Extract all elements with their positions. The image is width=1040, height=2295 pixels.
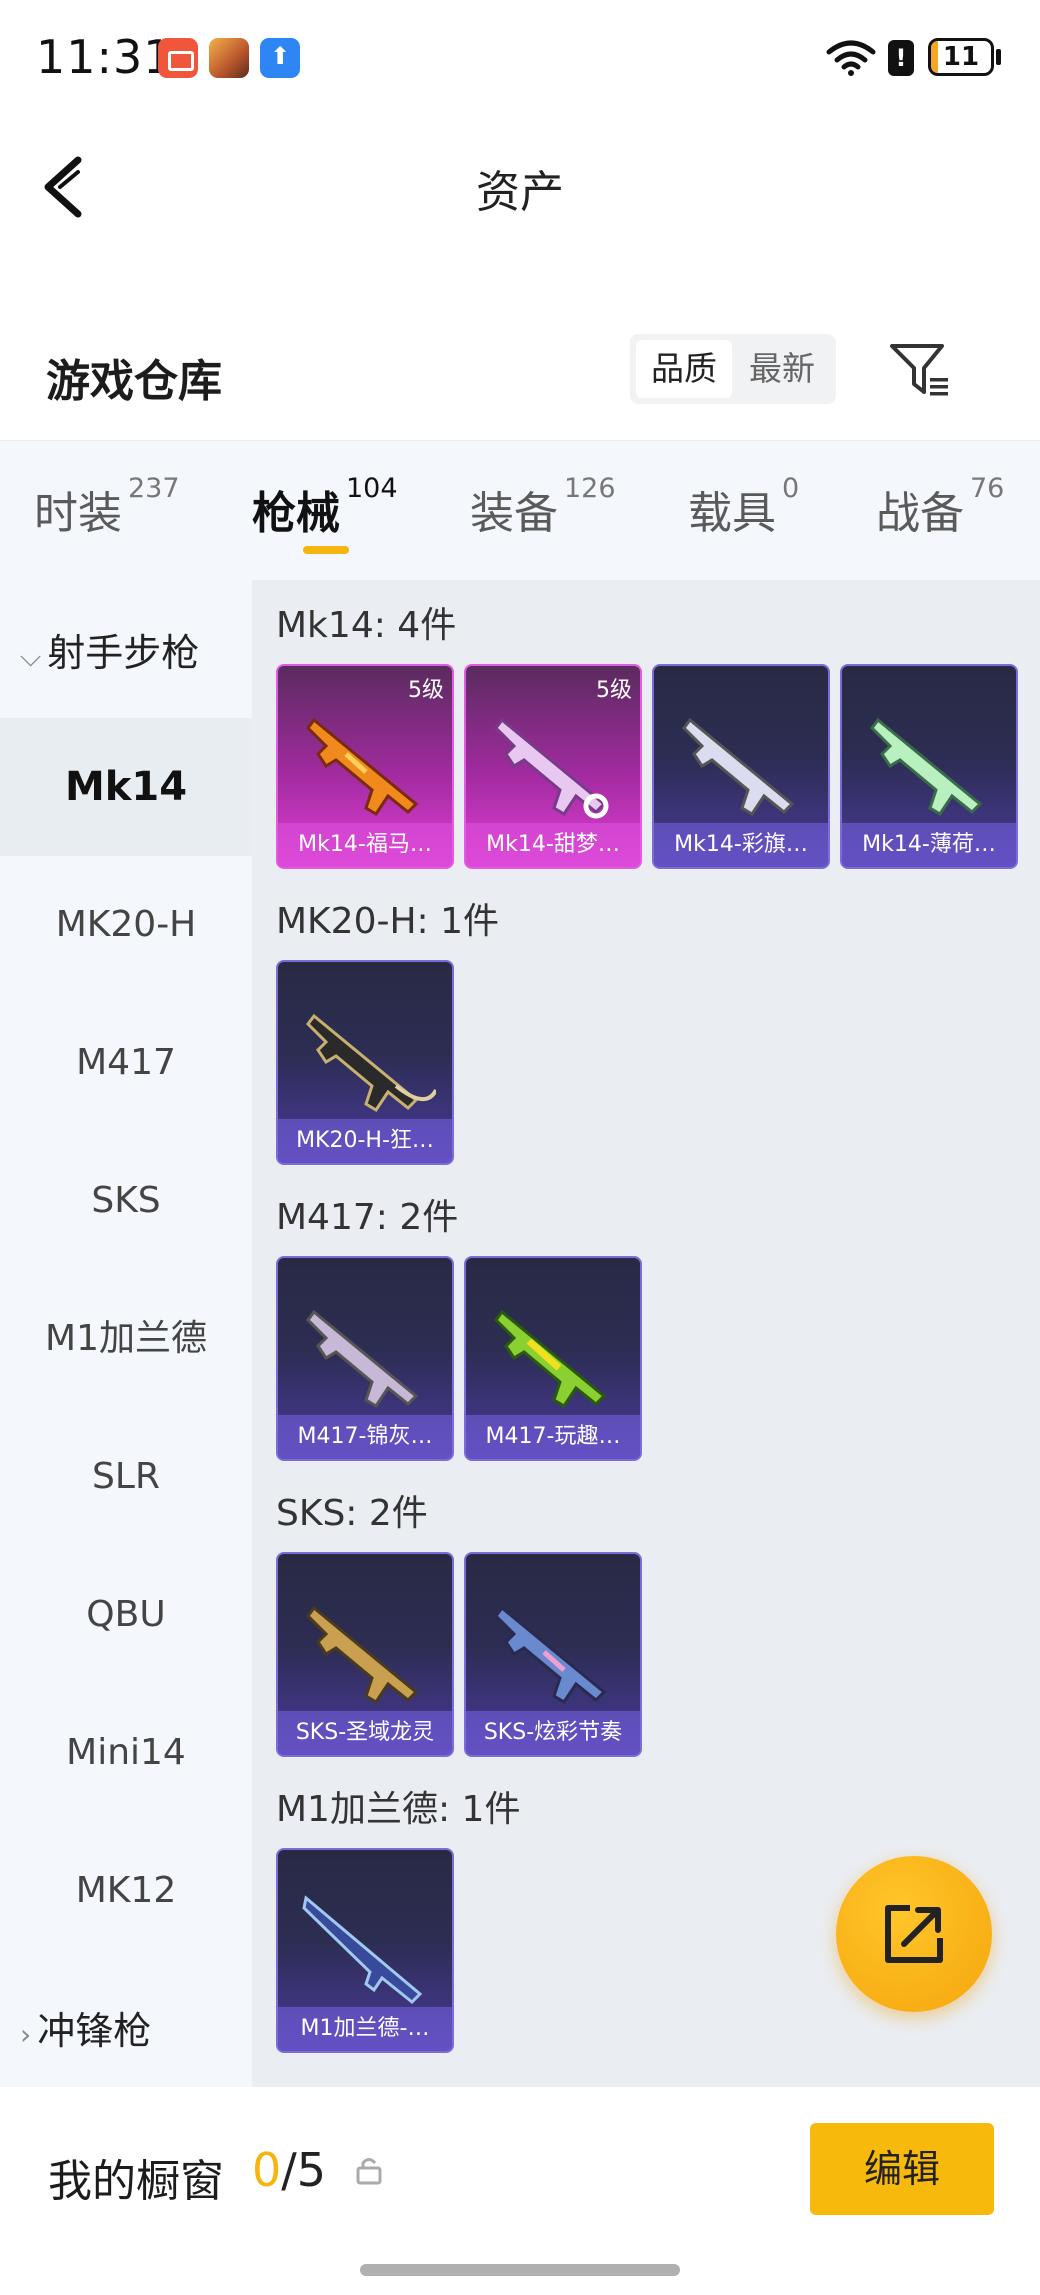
sidebar-group-label: 射手步枪 xyxy=(47,631,200,675)
showcase-current: 0 xyxy=(252,2143,282,2197)
sidebar-item-mini14[interactable]: Mini14 xyxy=(0,1684,252,1822)
item-name: SKS-炫彩节奏 xyxy=(466,1711,640,1755)
item-name: MK20-H-狂… xyxy=(278,1119,452,1163)
share-icon xyxy=(885,1905,943,1963)
tab-label: 战备 xyxy=(876,488,964,539)
bottom-bar: 我的橱窗 0/5 编辑 xyxy=(0,2087,1040,2295)
sort-latest-button[interactable]: 最新 xyxy=(734,340,830,398)
sidebar-item-mk12[interactable]: MK12 xyxy=(0,1822,252,1960)
item-card[interactable]: 5级 Mk14-甜梦… xyxy=(464,664,642,869)
sidebar-item-m417[interactable]: M417 xyxy=(0,994,252,1132)
sort-quality-button[interactable]: 品质 xyxy=(636,340,732,398)
tab-vehicles[interactable]: 载具 0 xyxy=(688,473,799,541)
item-card[interactable]: 5级 Mk14-福马… xyxy=(276,664,454,869)
battery-level: 11 xyxy=(942,42,980,72)
share-button[interactable] xyxy=(836,1856,992,2012)
category-tabs: 时装 237 枪械 104 装备 126 载具 0 战备 76 xyxy=(0,440,1040,580)
item-name: Mk14-彩旗… xyxy=(654,823,828,867)
page-title: 资产 xyxy=(476,167,564,218)
sidebar: ⌵ 射手步枪 Mk14 MK20-H M417 SKS M1加兰德 SLR QBU… xyxy=(0,580,252,2087)
rifle-icon xyxy=(682,717,795,817)
rifle-icon xyxy=(306,1605,419,1705)
rifle-icon xyxy=(494,1309,607,1409)
lock-icon xyxy=(356,2158,382,2185)
sidebar-item-sks[interactable]: SKS xyxy=(0,1132,252,1270)
sidebar-item-m1garand[interactable]: M1加兰德 xyxy=(0,1270,252,1408)
home-indicator xyxy=(360,2264,680,2276)
status-bar: 11:31 ! 11 xyxy=(0,0,1040,120)
tab-count: 0 xyxy=(782,473,800,504)
tab-outfits[interactable]: 时装 237 xyxy=(34,473,180,541)
item-card[interactable]: M417-锦灰… xyxy=(276,1256,454,1461)
tab-gear[interactable]: 战备 76 xyxy=(876,473,1004,541)
item-name: Mk14-福马… xyxy=(278,823,452,867)
section-title-m417: M417: 2件 xyxy=(276,1197,459,1238)
item-name: M1加兰德-… xyxy=(278,2007,452,2051)
tab-label: 时装 xyxy=(34,488,122,539)
section-title-m1garand: M1加兰德: 1件 xyxy=(276,1789,521,1830)
rifle-icon xyxy=(306,1309,419,1409)
nav-bar: 资产 xyxy=(0,120,1040,250)
status-time: 11:31 xyxy=(36,30,174,84)
item-card[interactable]: MK20-H-狂… xyxy=(276,960,454,1165)
sidebar-group-marksman[interactable]: ⌵ 射手步枪 xyxy=(20,622,199,677)
rifle-icon xyxy=(494,717,609,819)
tab-label: 载具 xyxy=(688,488,776,539)
rifle-icon xyxy=(870,717,983,817)
tab-count: 104 xyxy=(346,473,398,504)
sidebar-group-smg[interactable]: › 冲锋枪 xyxy=(20,2000,151,2055)
section-title-mk14: Mk14: 4件 xyxy=(276,605,457,646)
item-name: M417-玩趣… xyxy=(466,1415,640,1459)
item-card[interactable]: SKS-炫彩节奏 xyxy=(464,1552,642,1757)
showcase-label: 我的橱窗 xyxy=(48,2156,224,2207)
rifle-icon xyxy=(306,717,419,817)
chevron-down-icon: ⌵ xyxy=(20,640,42,673)
battery-tip xyxy=(996,49,1001,65)
screen-record-icon xyxy=(158,38,198,78)
item-card[interactable]: SKS-圣域龙灵 xyxy=(276,1552,454,1757)
rifle-icon xyxy=(306,1013,436,1113)
chevron-right-icon: › xyxy=(20,2018,32,2051)
game-app-icon xyxy=(209,38,249,78)
sidebar-item-mk14[interactable]: Mk14 xyxy=(0,718,252,856)
sidebar-item-mk20h[interactable]: MK20-H xyxy=(0,856,252,994)
section-title-sks: SKS: 2件 xyxy=(276,1493,428,1534)
battery-icon: 11 xyxy=(928,38,994,76)
tab-label: 枪械 xyxy=(252,488,340,539)
item-name: M417-锦灰… xyxy=(278,1415,452,1459)
tab-label: 装备 xyxy=(470,488,558,539)
rifle-icon xyxy=(302,1895,423,2005)
tab-count: 237 xyxy=(128,473,180,504)
item-card[interactable]: M1加兰德-… xyxy=(276,1848,454,2053)
rifle-icon xyxy=(494,1605,607,1705)
sidebar-item-qbu[interactable]: QBU xyxy=(0,1546,252,1684)
showcase-total: /5 xyxy=(281,2143,327,2197)
showcase-count: 0/5 xyxy=(252,2143,326,2197)
item-name: Mk14-薄荷… xyxy=(842,823,1016,867)
section-title-mk20h: MK20-H: 1件 xyxy=(276,901,500,942)
item-card[interactable]: Mk14-彩旗… xyxy=(652,664,830,869)
upload-icon xyxy=(260,38,300,78)
wifi-icon xyxy=(826,40,876,76)
item-card[interactable]: Mk14-薄荷… xyxy=(840,664,1018,869)
tab-weapons[interactable]: 枪械 104 xyxy=(252,473,398,541)
sidebar-item-slr[interactable]: SLR xyxy=(0,1408,252,1546)
tab-count: 126 xyxy=(564,473,616,504)
sort-toggle: 品质 最新 xyxy=(630,334,836,404)
item-name: SKS-圣域龙灵 xyxy=(278,1711,452,1755)
tab-equipment[interactable]: 装备 126 xyxy=(470,473,616,541)
active-tab-indicator xyxy=(303,546,349,554)
item-name: Mk14-甜梦… xyxy=(466,823,640,867)
edit-button[interactable]: 编辑 xyxy=(810,2123,994,2215)
sidebar-group-label: 冲锋枪 xyxy=(37,2009,152,2053)
item-card[interactable]: M417-玩趣… xyxy=(464,1256,642,1461)
alert-icon: ! xyxy=(888,40,914,76)
tab-count: 76 xyxy=(970,473,1005,504)
warehouse-title: 游戏仓库 xyxy=(46,356,222,407)
filter-icon[interactable] xyxy=(888,340,952,400)
